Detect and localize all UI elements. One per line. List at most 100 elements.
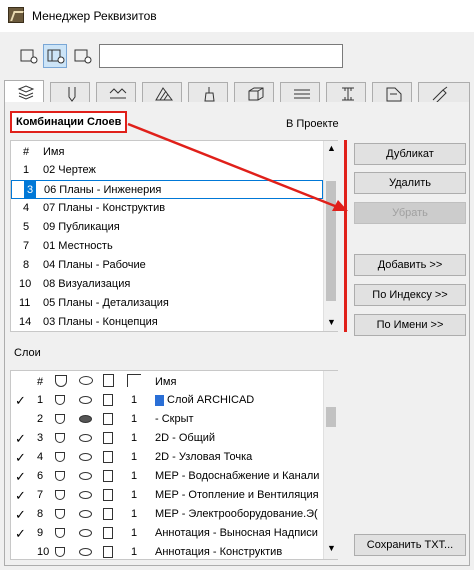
file-icon[interactable] <box>103 508 113 520</box>
file-icon[interactable] <box>103 489 113 501</box>
view-preview-icon[interactable] <box>70 44 94 68</box>
lock-open-icon[interactable] <box>55 471 65 481</box>
list-item[interactable]: 7 01 Местность <box>11 237 323 256</box>
check-icon: ✓ <box>15 507 26 522</box>
eye-icon[interactable] <box>79 434 92 442</box>
pen-priority-icon <box>127 374 141 387</box>
pen-value: 1 <box>131 470 138 482</box>
delete-button[interactable]: Удалить <box>354 172 466 194</box>
search-input[interactable] <box>99 44 343 68</box>
eye-icon <box>79 376 93 385</box>
lock-open-icon[interactable] <box>55 414 65 424</box>
pen-value: 1 <box>131 413 138 425</box>
layers-list[interactable]: # Имя ▼ ✓ 1 1 Слой ARCHICAD 2 1 - Скрыт ✓ 3 1 2D -… <box>10 370 338 560</box>
tab-line-types[interactable] <box>96 82 136 103</box>
view-detail-icon[interactable] <box>43 44 67 68</box>
table-row[interactable]: ✓ 1 1 Слой ARCHICAD <box>11 391 323 410</box>
list-item[interactable]: 14 03 Планы - Концепция <box>11 313 323 332</box>
tab-building-materials[interactable] <box>234 82 274 103</box>
pen-value: 1 <box>131 527 138 539</box>
lock-open-icon[interactable] <box>55 528 65 538</box>
lock-open-icon[interactable] <box>55 547 65 557</box>
eye-icon[interactable] <box>79 491 92 499</box>
col-name-header: Имя <box>155 376 177 388</box>
table-row[interactable]: ✓ 9 1 Аннотация - Выносная Надписи <box>11 524 323 543</box>
archicad-layer-icon <box>155 395 164 406</box>
pen-value: 1 <box>131 489 138 501</box>
eye-icon[interactable] <box>79 415 92 423</box>
layers-scrollbar[interactable]: ▼ <box>323 371 338 559</box>
layer-name: Аннотация - Выносная Надписи <box>155 527 318 539</box>
file-icon[interactable] <box>103 470 113 482</box>
file-icon[interactable] <box>103 394 113 406</box>
tab-pens[interactable] <box>50 82 90 103</box>
list-item[interactable]: 8 04 Планы - Рабочие <box>11 256 323 275</box>
tab-surfaces[interactable] <box>188 82 228 103</box>
table-row[interactable]: ✓ 6 1 MEP - Водоснабжение и Канали <box>11 467 323 486</box>
check-icon: ✓ <box>15 431 26 446</box>
list-item[interactable]: 5 09 Публикация <box>11 218 323 237</box>
file-icon[interactable] <box>103 413 113 425</box>
scroll-thumb[interactable] <box>326 407 336 427</box>
tab-zones[interactable] <box>372 82 412 103</box>
scroll-down-icon[interactable]: ▼ <box>327 317 336 327</box>
table-row[interactable]: ✓ 7 1 MEP - Отопление и Вентиляция <box>11 486 323 505</box>
file-icon <box>103 374 114 387</box>
list-item[interactable]: 11 05 Планы - Детализация <box>11 294 323 313</box>
tab-layers[interactable] <box>4 80 44 102</box>
save-txt-button[interactable]: Сохранить TXT... <box>354 534 466 556</box>
tab-composites[interactable] <box>280 82 320 103</box>
check-icon: ✓ <box>15 526 26 541</box>
pen-value: 1 <box>131 451 138 463</box>
lock-open-icon[interactable] <box>55 509 65 519</box>
layer-number: 10 <box>37 546 50 558</box>
eye-icon[interactable] <box>79 548 92 556</box>
remove-button[interactable]: Убрать <box>354 202 466 224</box>
lock-open-icon[interactable] <box>55 395 65 405</box>
by-name-button[interactable]: По Имени >> <box>354 314 466 336</box>
add-button[interactable]: Добавить >> <box>354 254 466 276</box>
table-row[interactable]: 10 1 Аннотация - Конструктив <box>11 543 323 562</box>
eye-icon[interactable] <box>79 510 92 518</box>
list-item[interactable]: 10 08 Визуализация <box>11 275 323 294</box>
window-title: Менеджер Реквизитов <box>32 9 157 23</box>
lock-open-icon[interactable] <box>55 490 65 500</box>
table-row[interactable]: ✓ 8 1 MEP - Электрооборудование.Э( <box>11 505 323 524</box>
pen-value: 1 <box>131 394 138 406</box>
layer-number: 6 <box>37 470 44 482</box>
check-icon: ✓ <box>15 469 26 484</box>
lock-open-icon[interactable] <box>55 452 65 462</box>
layer-number: 3 <box>37 432 44 444</box>
tab-fills[interactable] <box>142 82 182 103</box>
layer-number: 7 <box>37 489 44 501</box>
tab-mep[interactable] <box>418 82 470 103</box>
by-index-button[interactable]: По Индексу >> <box>354 284 466 306</box>
app-icon <box>8 7 24 23</box>
file-icon[interactable] <box>103 546 113 558</box>
layer-number: 4 <box>37 451 44 463</box>
layer-name: Слой ARCHICAD <box>167 394 255 406</box>
layer-name: MEP - Электрооборудование.Э( <box>155 508 318 520</box>
layer-name: MEP - Водоснабжение и Канали <box>155 470 320 482</box>
pen-value: 1 <box>131 546 138 558</box>
eye-icon[interactable] <box>79 453 92 461</box>
pen-value: 1 <box>131 508 138 520</box>
table-row[interactable]: ✓ 3 1 2D - Общий <box>11 429 323 448</box>
layer-name: 2D - Общий <box>155 432 216 444</box>
eye-icon[interactable] <box>79 529 92 537</box>
layer-number: 2 <box>37 413 44 425</box>
eye-icon[interactable] <box>79 472 92 480</box>
scroll-down-icon[interactable]: ▼ <box>327 543 336 553</box>
table-row[interactable]: 2 1 - Скрыт <box>11 410 323 429</box>
tab-profiles[interactable] <box>326 82 366 103</box>
duplicate-button[interactable]: Дубликат <box>354 143 466 165</box>
col-name-header: Имя <box>43 146 65 158</box>
file-icon[interactable] <box>103 527 113 539</box>
eye-icon[interactable] <box>79 396 92 404</box>
file-icon[interactable] <box>103 432 113 444</box>
view-list-icon[interactable] <box>16 44 40 68</box>
lock-open-icon[interactable] <box>55 433 65 443</box>
file-icon[interactable] <box>103 451 113 463</box>
table-row[interactable]: ✓ 4 1 2D - Узловая Точка <box>11 448 323 467</box>
check-icon: ✓ <box>15 488 26 503</box>
